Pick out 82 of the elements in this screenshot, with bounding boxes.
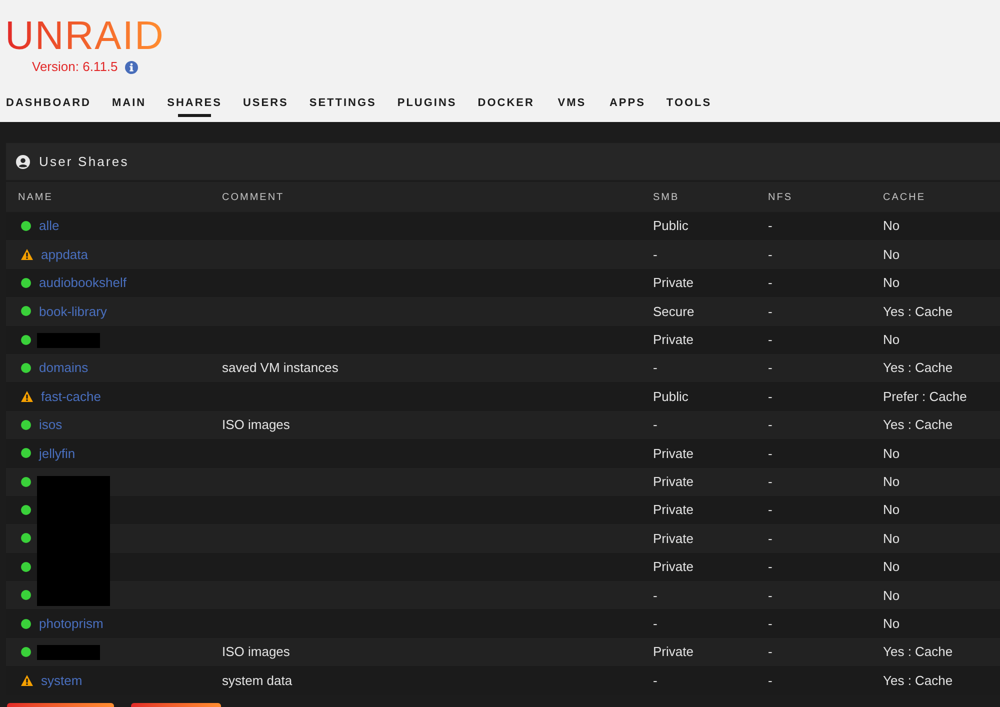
column-header: NAME <box>18 192 53 202</box>
table-cell: Yes : Cache <box>883 417 953 432</box>
share-link[interactable]: system <box>41 670 82 690</box>
nav-tab[interactable]: PLUGINS <box>397 96 457 117</box>
table-cell: - <box>768 218 772 234</box>
table-cell: No <box>883 446 900 461</box>
nav-tab[interactable]: VMS <box>555 96 588 117</box>
nav-tab[interactable]: SETTINGS <box>309 96 376 117</box>
table-cell: saved VM instances <box>222 360 338 376</box>
table-cell: - <box>768 446 772 461</box>
table-cell: Private <box>653 332 694 347</box>
table-cell: No <box>883 218 900 234</box>
table-cell: - <box>768 502 772 518</box>
table-cell: ISO images <box>222 644 290 660</box>
table-cell: - <box>768 644 772 660</box>
version-text: Version: 6.11.5 <box>32 58 118 76</box>
table-cell: Private <box>653 644 694 660</box>
table-cell: Private <box>653 446 694 461</box>
table-cell: - <box>653 616 658 631</box>
table-cell: Public <box>653 218 688 234</box>
table-cell: No <box>883 530 900 546</box>
table-cell: No <box>883 502 900 518</box>
info-icon[interactable] <box>124 60 138 74</box>
table-cell: - <box>653 417 658 432</box>
table-cell: - <box>768 474 772 489</box>
column-header: SMB <box>653 192 680 202</box>
action-button[interactable] <box>7 702 114 707</box>
nav-tab[interactable]: TOOLS <box>666 96 712 117</box>
share-link[interactable]: jellyfin <box>39 444 76 464</box>
table-cell: Private <box>653 502 694 518</box>
table-cell: Prefer : Cache <box>883 388 967 404</box>
share-link[interactable]: photoprism <box>39 614 104 634</box>
share-link[interactable]: alle <box>39 216 60 236</box>
nav-tab[interactable]: SHARES <box>167 96 222 117</box>
table-cell: - <box>768 588 772 603</box>
column-header: NFS <box>768 192 792 202</box>
table-cell: No <box>883 616 900 631</box>
table-cell: - <box>653 588 658 603</box>
column-header: COMMENT <box>222 192 284 202</box>
table-cell: - <box>768 559 772 574</box>
table-cell: - <box>653 246 658 262</box>
nav-tab[interactable]: DASHBOARD <box>6 96 91 117</box>
nav-tab[interactable]: DOCKER <box>478 96 534 117</box>
nav-tab[interactable]: USERS <box>242 96 288 117</box>
table-cell: - <box>768 616 772 631</box>
table-cell: No <box>883 559 900 574</box>
table-cell: Private <box>653 275 694 290</box>
table-cell: No <box>883 275 900 290</box>
table-cell: - <box>768 304 772 319</box>
table-cell: Yes : Cache <box>883 360 953 376</box>
share-link[interactable]: audiobookshelf <box>39 273 126 293</box>
table-cell: - <box>768 388 772 404</box>
action-button[interactable] <box>131 702 221 707</box>
column-header: CACHE <box>883 192 926 202</box>
table-cell: ISO images <box>222 417 290 432</box>
table-cell: - <box>768 672 772 688</box>
nav-tab[interactable]: APPS <box>609 96 646 117</box>
share-link[interactable]: fast-cache <box>41 386 101 406</box>
table-cell: No <box>883 332 900 347</box>
table-cell: - <box>768 246 772 262</box>
table-cell: Yes : Cache <box>883 644 953 660</box>
nav-tab[interactable]: MAIN <box>112 96 146 117</box>
table-cell: Private <box>653 474 694 489</box>
table-cell: - <box>768 275 772 290</box>
table-cell: Public <box>653 388 688 404</box>
table-cell: Secure <box>653 304 694 319</box>
user-circle-icon <box>16 154 30 168</box>
table-cell: No <box>883 474 900 489</box>
table-cell: system data <box>222 672 292 688</box>
table-cell: Private <box>653 559 694 574</box>
table-cell: No <box>883 246 900 262</box>
table-cell: No <box>883 588 900 603</box>
table-cell: Yes : Cache <box>883 672 953 688</box>
table-cell: Private <box>653 530 694 546</box>
table-cell: - <box>768 417 772 432</box>
table-cell: - <box>768 332 772 347</box>
panel-title: User Shares <box>39 152 129 171</box>
table-cell: - <box>768 360 772 376</box>
table-cell: - <box>653 360 658 376</box>
table-cell: Yes : Cache <box>883 304 953 319</box>
table-cell: - <box>653 672 658 688</box>
table-cell: - <box>768 530 772 546</box>
